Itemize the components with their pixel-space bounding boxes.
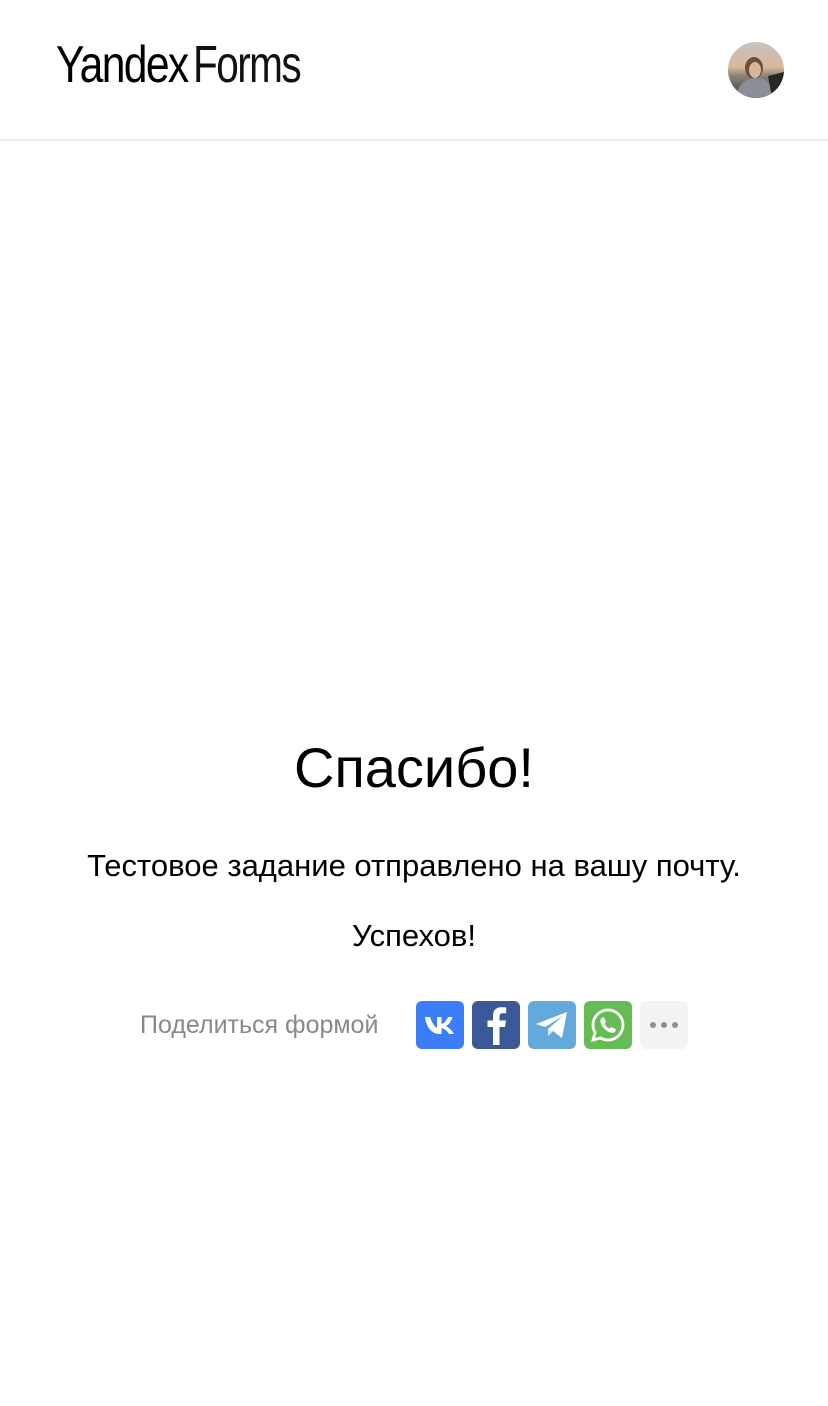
more-icon xyxy=(650,1022,678,1028)
share-bar: Поделиться формой xyxy=(0,1000,828,1050)
yandex-forms-logo[interactable]: Yandex Forms xyxy=(56,30,330,100)
header: Yandex Forms xyxy=(0,0,828,141)
user-avatar[interactable] xyxy=(728,42,784,98)
share-whatsapp-button[interactable] xyxy=(584,1001,632,1049)
share-vk-button[interactable] xyxy=(416,1001,464,1049)
logo-brand: Yandex xyxy=(56,36,189,94)
avatar-photo-icon xyxy=(728,42,784,98)
whatsapp-icon xyxy=(590,1008,625,1042)
good-luck-text: Успехов! xyxy=(352,918,476,953)
logo-product: Forms xyxy=(192,36,302,94)
facebook-icon xyxy=(487,1007,507,1045)
thank-you-title: Спасибо! xyxy=(294,736,534,799)
vk-icon xyxy=(425,1017,454,1034)
share-facebook-button[interactable] xyxy=(472,1001,520,1049)
telegram-icon xyxy=(536,1012,567,1038)
share-telegram-button[interactable] xyxy=(528,1001,576,1049)
share-more-button[interactable] xyxy=(640,1001,688,1049)
confirmation-message: Тестовое задание отправлено на вашу почт… xyxy=(87,848,741,883)
share-label: Поделиться формой xyxy=(140,1011,379,1039)
